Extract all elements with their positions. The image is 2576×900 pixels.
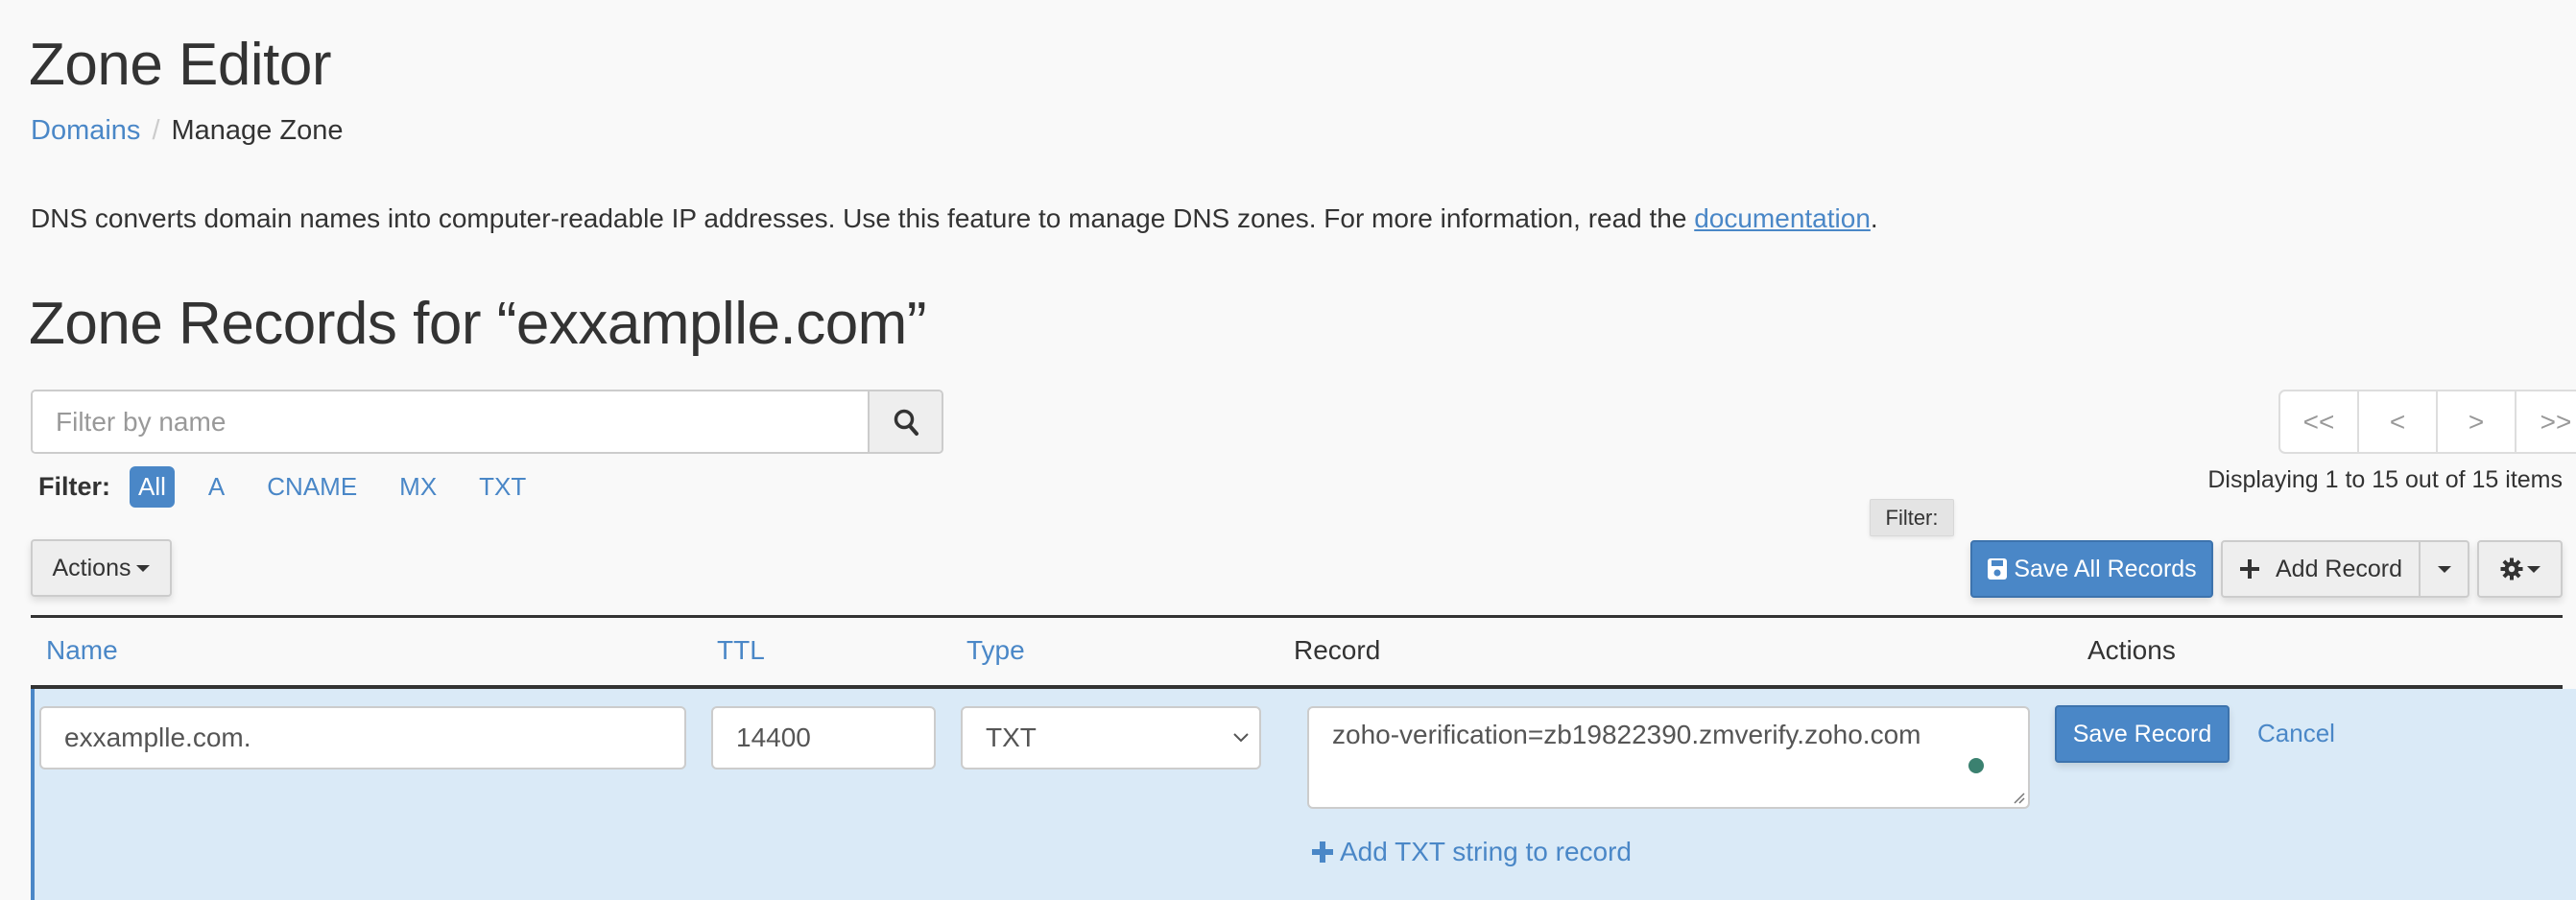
page-description: DNS converts domain names into computer-… — [31, 201, 1878, 236]
save-record-button[interactable]: Save Record — [2055, 705, 2230, 763]
caret-down-icon — [136, 564, 151, 572]
filter-txt[interactable]: TXT — [470, 466, 535, 508]
column-header-record: Record — [1294, 635, 1381, 665]
gear-icon — [2500, 557, 2522, 580]
settings-dropdown-button[interactable] — [2477, 540, 2563, 598]
actions-label: Actions — [52, 554, 131, 581]
cancel-link[interactable]: Cancel — [2257, 716, 2335, 750]
search-input[interactable] — [33, 391, 868, 452]
record-value-text: zoho-verification=zb19822390.zmverify.zo… — [1332, 720, 1921, 749]
plus-icon — [1312, 841, 1333, 863]
pagination-status: Displaying 1 to 15 out of 15 items — [2207, 466, 2563, 493]
add-record-split-button: Add Record — [2221, 540, 2469, 598]
search-group — [31, 390, 943, 454]
type-filter: Filter: All A CNAME MX TXT — [38, 464, 560, 509]
filter-mx[interactable]: MX — [391, 466, 445, 508]
chevron-down-icon — [1233, 733, 1249, 743]
first-page-button[interactable]: << — [2280, 391, 2359, 452]
filter-all[interactable]: All — [130, 465, 175, 508]
column-header-type[interactable]: Type — [966, 633, 1025, 668]
next-page-button[interactable]: > — [2438, 391, 2516, 452]
add-record-dropdown-toggle[interactable] — [2421, 542, 2468, 596]
zone-records-title: Zone Records for “exxamplle.com” — [29, 291, 926, 357]
description-text: DNS converts domain names into computer-… — [31, 203, 1695, 233]
save-all-records-button[interactable]: Save All Records — [1970, 540, 2213, 598]
filter-label: Filter: — [38, 471, 111, 501]
breadcrumb: Domains / Manage Zone — [31, 113, 343, 148]
documentation-link[interactable]: documentation — [1694, 203, 1871, 233]
column-header-ttl[interactable]: TTL — [717, 633, 765, 668]
prev-page-button[interactable]: < — [2359, 391, 2438, 452]
filter-tooltip: Filter: — [1870, 499, 1954, 536]
save-all-label: Save All Records — [2014, 555, 2197, 582]
table-top-divider — [31, 615, 2563, 618]
caret-down-icon — [2437, 565, 2451, 573]
search-button[interactable] — [868, 391, 942, 452]
add-record-label: Add Record — [2275, 555, 2403, 582]
breadcrumb-separator: / — [152, 115, 160, 146]
add-record-button[interactable]: Add Record — [2223, 542, 2421, 596]
pagination: << < > >> — [2278, 390, 2576, 454]
page-title: Zone Editor — [29, 32, 332, 98]
floppy-disk-icon — [1988, 558, 2008, 580]
plus-icon — [2239, 559, 2259, 579]
record-value-textarea[interactable]: zoho-verification=zb19822390.zmverify.zo… — [1307, 706, 2030, 809]
add-txt-string-link[interactable]: Add TXT string to record — [1311, 835, 1632, 869]
filter-a[interactable]: A — [200, 466, 233, 508]
record-type-select[interactable]: TXT — [961, 706, 1261, 770]
column-header-actions: Actions — [2087, 635, 2176, 665]
filter-cname[interactable]: CNAME — [258, 466, 366, 508]
last-page-button[interactable]: >> — [2516, 391, 2576, 452]
search-icon — [894, 409, 918, 436]
description-suffix: . — [1870, 203, 1878, 233]
status-dot-icon — [1968, 758, 1984, 773]
column-header-name[interactable]: Name — [46, 633, 118, 668]
caret-down-icon — [2526, 565, 2540, 573]
record-name-input[interactable] — [39, 706, 686, 770]
record-ttl-input[interactable] — [711, 706, 936, 770]
add-txt-string-label: Add TXT string to record — [1340, 837, 1632, 866]
actions-dropdown-button[interactable]: Actions — [31, 539, 172, 597]
breadcrumb-current: Manage Zone — [171, 115, 344, 146]
resize-handle-icon[interactable] — [2012, 791, 2025, 804]
record-type-value: TXT — [986, 722, 1037, 752]
breadcrumb-domains-link[interactable]: Domains — [31, 115, 140, 146]
